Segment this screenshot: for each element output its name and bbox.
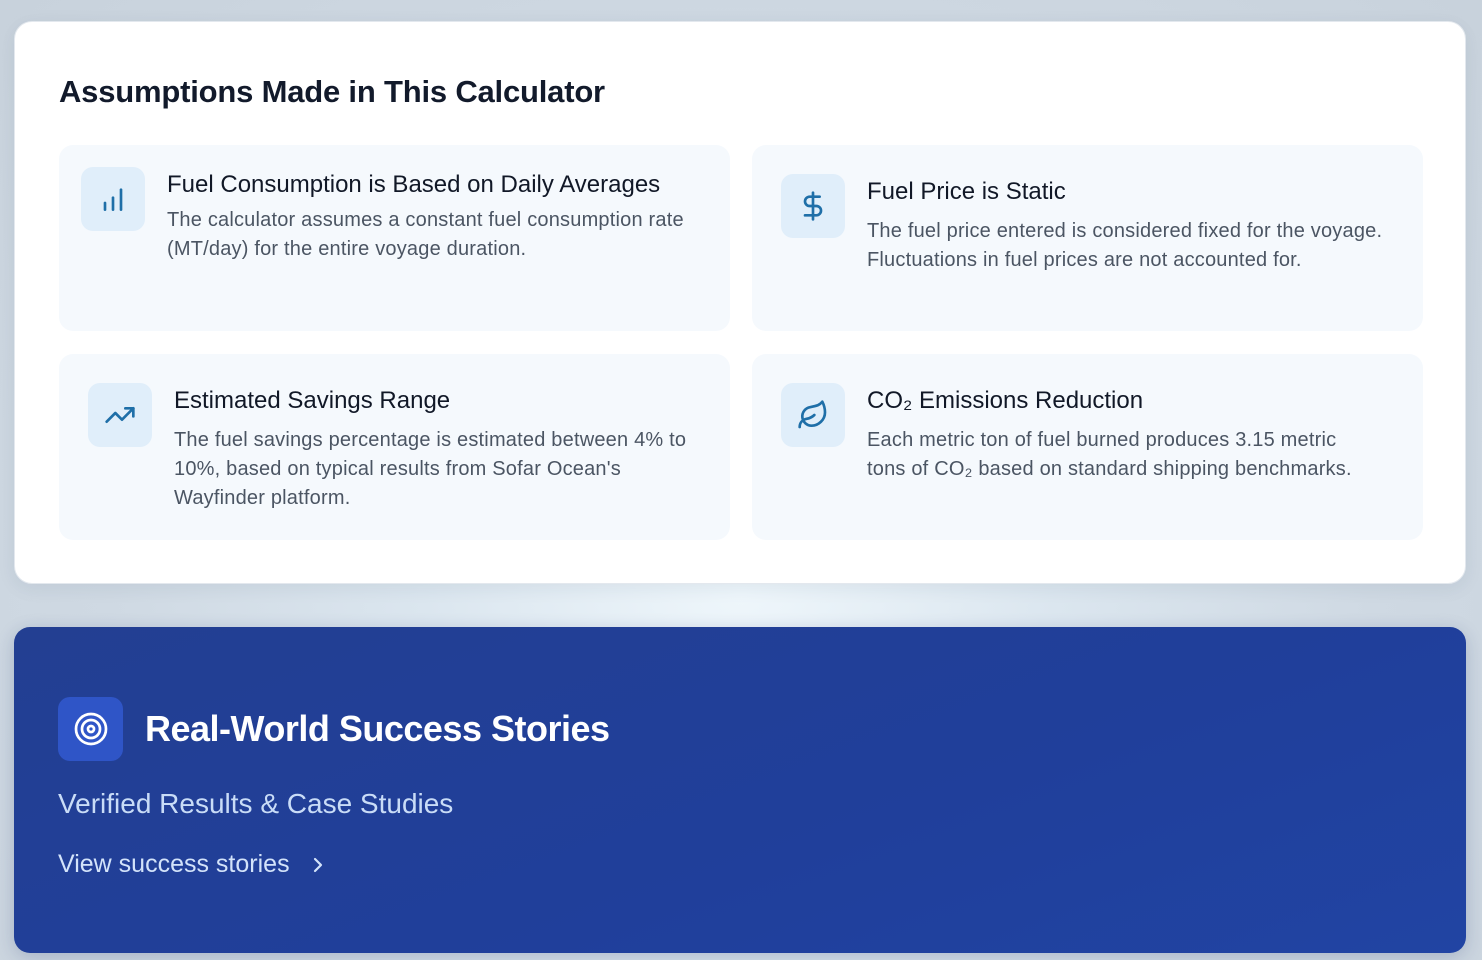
assumption-tile-fuel-consumption: Fuel Consumption is Based on Daily Avera…: [59, 145, 730, 331]
leaf-icon: [781, 383, 845, 447]
assumption-tile-fuel-price: Fuel Price is Static The fuel price ente…: [752, 145, 1423, 331]
trending-up-icon: [88, 383, 152, 447]
assumption-tile-co2-reduction: CO₂ Emissions Reduction Each metric ton …: [752, 354, 1423, 540]
assumption-title: Fuel Consumption is Based on Daily Avera…: [167, 171, 661, 198]
view-success-stories-label: View success stories: [58, 850, 290, 878]
assumptions-card: Assumptions Made in This Calculator Fuel…: [14, 21, 1466, 584]
assumption-description: The fuel savings percentage is estimated…: [174, 429, 687, 509]
view-success-stories-link[interactable]: View success stories: [58, 850, 330, 879]
success-stories-title: Real-World Success Stories: [145, 708, 610, 749]
success-stories-banner: Real-World Success Stories Verified Resu…: [14, 627, 1466, 953]
assumptions-title: Assumptions Made in This Calculator: [59, 74, 605, 109]
success-stories-subtitle: Verified Results & Case Studies: [58, 788, 454, 819]
bar-chart-icon: [81, 167, 145, 231]
assumption-description: The fuel price entered is considered fix…: [867, 220, 1383, 271]
assumption-title: Fuel Price is Static: [867, 178, 1066, 205]
chevron-right-icon: [313, 857, 322, 872]
assumption-tile-savings-range: Estimated Savings Range The fuel savings…: [59, 354, 730, 540]
assumption-description: Each metric ton of fuel burned produces …: [867, 429, 1352, 480]
target-icon: [58, 697, 123, 761]
dollar-sign-icon: [781, 174, 845, 238]
assumption-description: The calculator assumes a constant fuel c…: [167, 209, 684, 260]
assumption-title: Estimated Savings Range: [174, 387, 451, 414]
assumption-title: CO₂ Emissions Reduction: [867, 387, 1144, 414]
